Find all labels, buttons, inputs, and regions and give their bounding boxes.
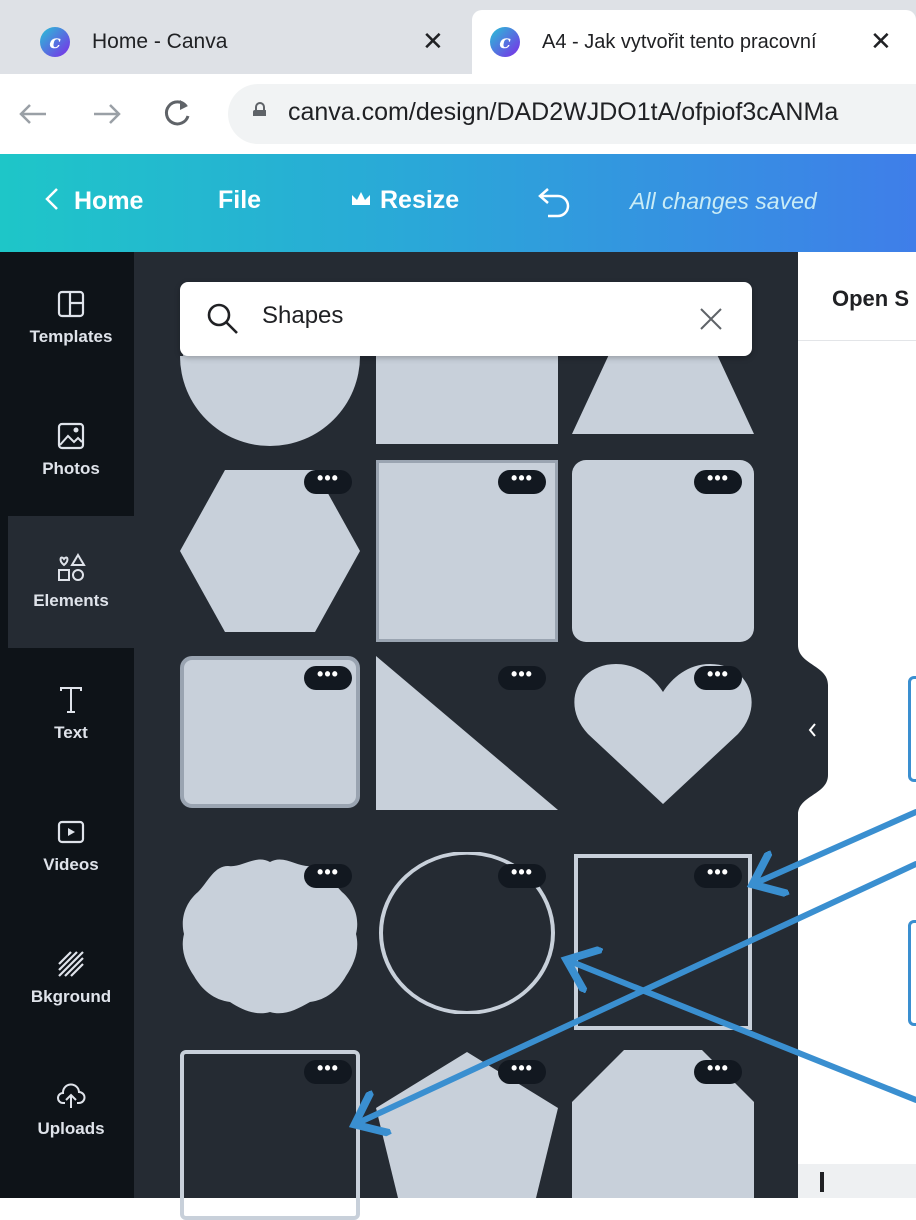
sidebar-item-label: Videos [43,855,99,874]
undo-icon[interactable] [536,188,572,218]
more-options-button[interactable]: ••• [694,1059,742,1084]
elements-panel: ••• ••• ••• ••• ••• ••• ••• ••• ••• ••• … [134,252,798,1220]
canva-header: Home File Resize All changes saved [0,154,916,252]
tab-title: A4 - Jak vytvořit tento pracovní [542,30,817,53]
more-options-button[interactable]: ••• [498,469,546,494]
more-options-button[interactable]: ••• [304,469,352,494]
shape-square[interactable] [376,342,558,444]
more-options-button[interactable]: ••• [498,665,546,690]
sidebar-item-text[interactable]: Text [8,648,134,780]
background-icon [58,951,84,977]
chevron-left-icon [45,188,58,210]
reload-icon[interactable] [160,96,194,130]
file-menu-button[interactable]: File [218,186,261,215]
browser-tab-home[interactable]: c Home - Canva ✕ [0,10,470,74]
address-bar: canva.com/design/DAD2WJDO1tA/ofpiof3cANM… [0,74,916,154]
sidebar-item-videos[interactable]: Videos [8,780,134,912]
scroll-left-icon[interactable] [820,1172,824,1192]
shapes-search-input[interactable]: Shapes [180,282,752,356]
canva-favicon-icon: c [490,27,520,57]
url-text: canva.com/design/DAD2WJDO1tA/ofpiof3cANM… [288,98,839,126]
search-value: Shapes [262,302,344,329]
shape-triangle[interactable] [572,348,754,434]
tab-close-icon[interactable]: ✕ [870,26,892,57]
more-options-button[interactable]: ••• [498,1059,546,1084]
left-sidebar: Templates Photos Elements Text Videos Bk… [0,252,134,1198]
sidebar-item-photos[interactable]: Photos [8,384,134,516]
more-options-button[interactable]: ••• [304,863,352,888]
more-options-button[interactable]: ••• [694,469,742,494]
sidebar-item-background[interactable]: Bkground [8,912,134,1044]
horizontal-scrollbar[interactable] [798,1164,916,1198]
sidebar-item-elements[interactable]: Elements [8,516,134,648]
url-field[interactable]: canva.com/design/DAD2WJDO1tA/ofpiof3cANM… [228,84,916,144]
resize-label: Resize [380,186,460,214]
photos-icon [57,422,85,450]
search-icon [207,303,238,334]
more-options-button[interactable]: ••• [304,665,352,690]
text-icon [60,687,82,713]
browser-tab-strip: c Home - Canva ✕ c A4 - Jak vytvořit ten… [0,0,916,74]
annotation-callout-box [908,920,916,1026]
more-options-button[interactable]: ••• [498,863,546,888]
resize-button[interactable]: Resize [350,186,459,215]
shape-hexagon[interactable] [180,470,360,632]
sidebar-item-label: Text [54,723,88,742]
sidebar-item-templates[interactable]: Templates [8,252,134,384]
tab-close-icon[interactable]: ✕ [422,26,444,57]
open-tab-label[interactable]: Open S [832,286,909,312]
crown-icon [352,192,370,205]
back-arrow-icon[interactable] [16,100,50,128]
clear-search-icon[interactable] [698,306,724,332]
more-options-button[interactable]: ••• [694,665,742,690]
templates-icon [57,290,85,318]
browser-tab-design[interactable]: c A4 - Jak vytvořit tento pracovní ✕ [472,10,916,74]
annotation-callout-box [908,676,916,782]
sidebar-item-label: Elements [33,591,109,610]
sidebar-item-label: Templates [29,327,113,346]
save-status: All changes saved [630,188,817,214]
elements-icon [58,553,86,581]
collapse-panel-handle[interactable] [798,645,828,815]
sidebar-item-label: Uploads [37,1119,105,1138]
more-options-button[interactable]: ••• [694,863,742,888]
videos-icon [57,820,85,844]
sidebar-item-label: Bkground [30,987,112,1006]
home-button[interactable]: Home [44,186,143,216]
lock-icon [253,102,266,116]
canva-favicon-icon: c [40,27,70,57]
forward-arrow-icon[interactable] [90,100,124,128]
tab-title: Home - Canva [92,30,228,53]
sidebar-item-label: Photos [42,459,100,478]
divider [798,340,916,341]
more-options-button[interactable]: ••• [304,1059,352,1084]
uploads-icon [57,1083,86,1108]
home-label: Home [74,187,144,215]
sidebar-item-uploads[interactable]: Uploads [8,1044,134,1176]
